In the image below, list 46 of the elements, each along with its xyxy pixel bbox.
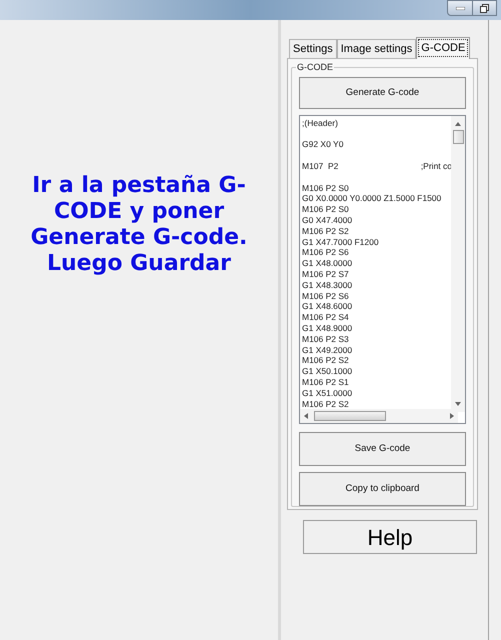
code-line: ;(Header) [302,118,338,129]
code-line: M106 P2 S7 [302,268,349,280]
code-line: M107 P2 [302,160,338,172]
code-line: M106 P2 S0 [302,204,349,215]
code-line: G1 X48.0000 [302,258,352,269]
group-title: G-CODE [296,61,334,73]
tab[interactable]: Settings [289,39,337,58]
scroll-down-icon [455,402,461,406]
scroll-right-icon [450,413,454,420]
scroll-up-icon [455,122,461,126]
code-line: G1 X47.7000 F1200 [302,236,379,248]
generate-button[interactable]: Generate G-code [299,77,466,109]
code-line: G0 X47.4000 [302,214,352,226]
code-line: M106 P2 S6 [302,247,349,258]
code-line: G1 X50.1000 [302,366,352,377]
code-line: G92 X0 Y0 [302,139,344,150]
code-line: M106 P2 S2 [302,398,349,408]
code-line: G1 X48.3000 [302,280,352,291]
horizontal-scrollbar[interactable] [300,409,458,424]
minimize-button[interactable] [447,0,473,16]
code-line: M106 P2 S3 [302,334,349,345]
code-text-area[interactable] [299,114,466,424]
minimize-icon [456,6,464,10]
vertical-scrollbar[interactable] [451,116,465,412]
restore-button[interactable] [473,0,497,16]
scroll-thumb[interactable] [314,411,386,422]
code-line: M106 P2 S0 [302,182,349,194]
scroll-thumb[interactable] [452,130,464,144]
code-line: M106 P2 S1 [302,376,349,388]
save-button[interactable]: Save G-code [299,432,466,466]
code-line: G0 X0.0000 Y0.0000 Z1.5000 F1500 [302,193,442,204]
code-line: M106 P2 S6 [302,290,349,302]
tab[interactable]: G-CODE [416,37,470,59]
code-line: G1 X49.2000 [302,344,352,356]
annotation-text: Ir a la pestaña G-CODE y poner Generate G-code. Luego Guardar [30,173,248,277]
restore-icon [480,4,489,12]
code-line: M106 P2 S4 [302,312,349,323]
scroll-left-icon [304,413,308,420]
code-line: G1 X48.9000 [302,322,352,334]
code-line: G1 X48.6000 [302,301,352,312]
help-button[interactable]: Help [303,520,477,554]
code-line: M106 P2 S2 [302,355,349,366]
tab[interactable]: Image settings [336,39,416,58]
copy-button[interactable]: Copy to clipboard [299,472,466,506]
code-line: G1 X51.0000 [302,388,352,398]
code-line: M106 P2 S2 [302,226,349,237]
